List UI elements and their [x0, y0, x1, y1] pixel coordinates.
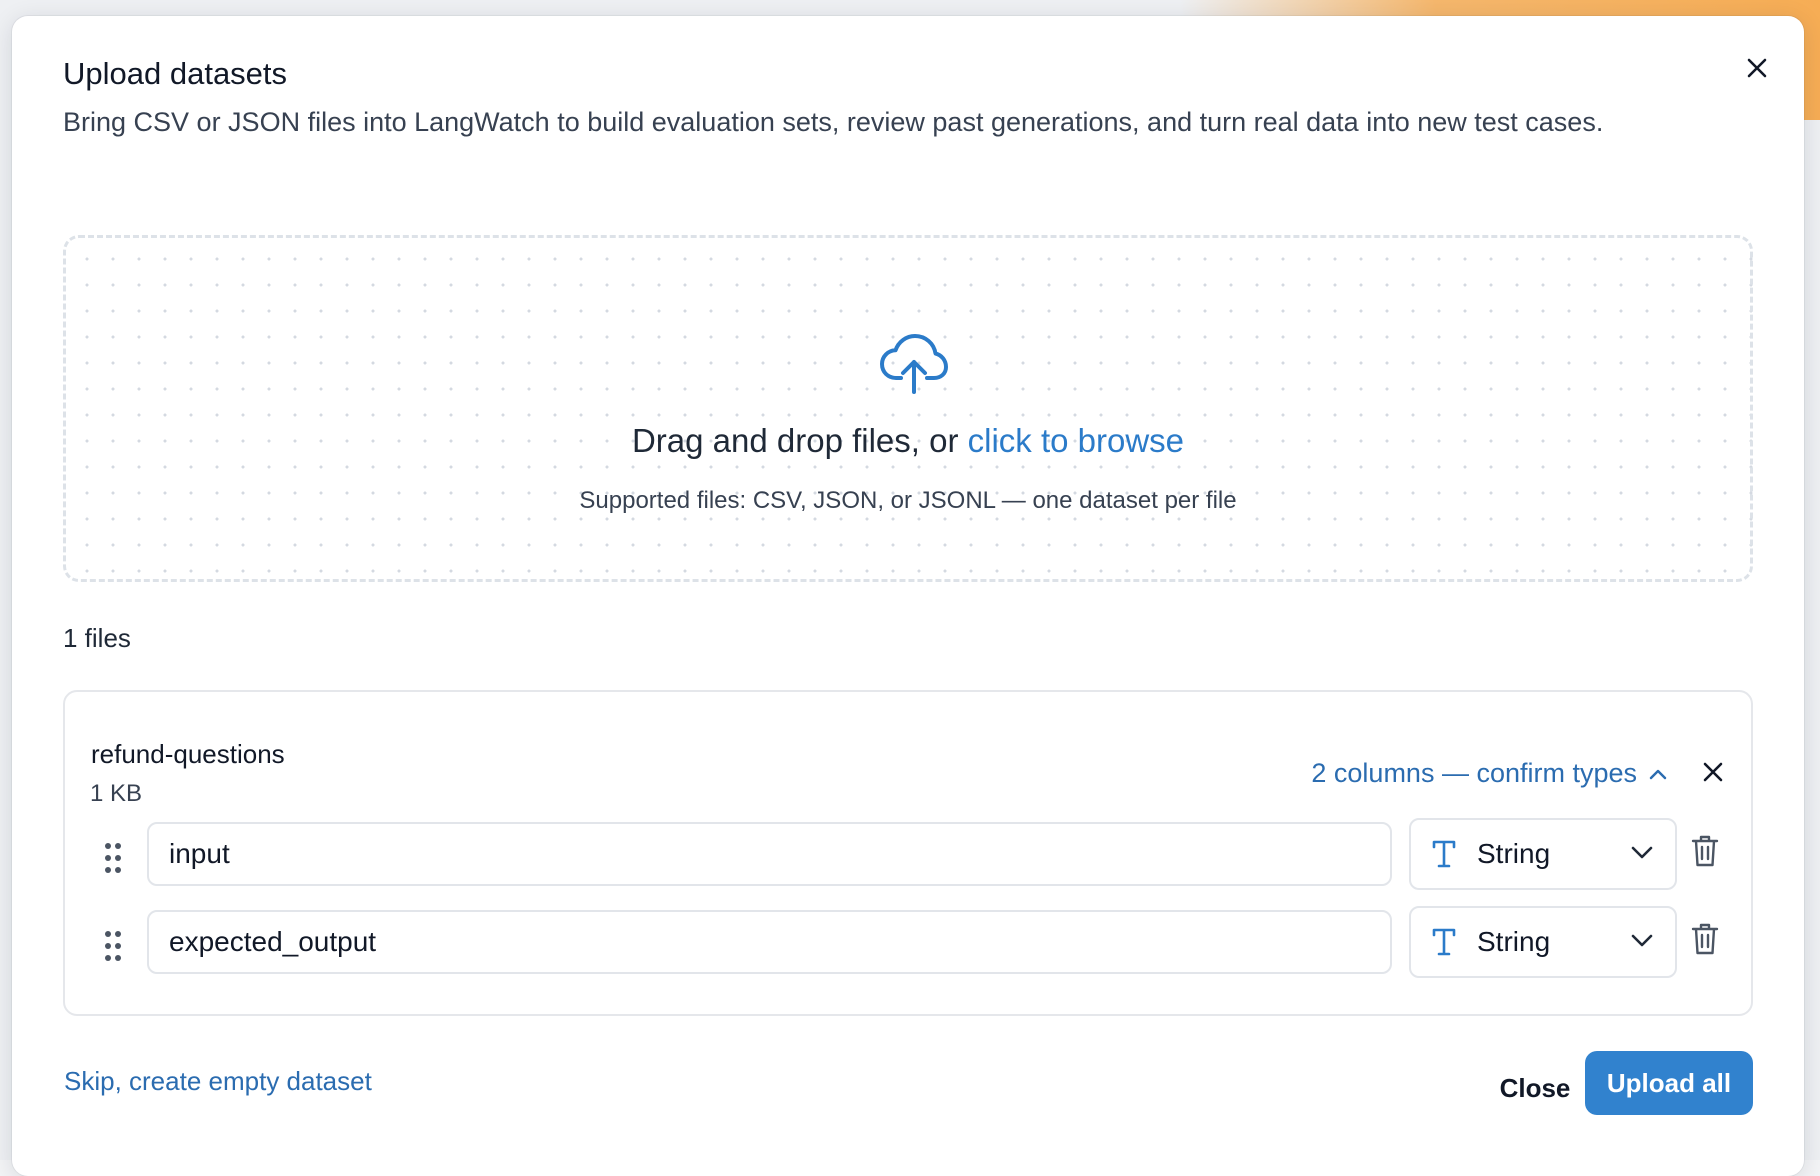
column-type-label: String	[1477, 926, 1551, 957]
cloud-upload-icon	[880, 334, 948, 394]
chevron-down-icon	[1631, 934, 1653, 947]
chevron-down-icon	[1631, 846, 1653, 859]
skip-create-empty-link[interactable]: Skip, create empty dataset	[64, 1066, 372, 1097]
column-name-input[interactable]	[147, 822, 1392, 886]
column-type-select[interactable]: String	[1409, 906, 1677, 978]
dialog-description: Bring CSV or JSON files into LangWatch t…	[63, 107, 1604, 137]
text-type-icon	[1432, 840, 1456, 868]
dropzone-instructions: Drag and drop files, or click to browse	[66, 422, 1750, 460]
upload-datasets-dialog: Upload datasets Bring CSV or JSON files …	[12, 16, 1804, 1176]
column-row: String	[65, 818, 1751, 894]
drag-handle-icon[interactable]	[103, 840, 123, 876]
columns-toggle-label: 2 columns — confirm types	[1311, 758, 1637, 788]
trash-icon[interactable]	[1691, 834, 1719, 868]
file-card: refund-questions 1 KB 2 columns — confir…	[63, 690, 1753, 1016]
files-count: 1 files	[63, 623, 131, 653]
file-dropzone[interactable]: Drag and drop files, or click to browse …	[63, 235, 1753, 582]
column-name-input[interactable]	[147, 910, 1392, 974]
close-button[interactable]: Close	[1470, 1056, 1600, 1120]
chevron-up-icon	[1649, 769, 1667, 779]
text-type-icon	[1432, 928, 1456, 956]
browse-link[interactable]: click to browse	[968, 422, 1184, 459]
trash-icon[interactable]	[1691, 922, 1719, 956]
file-size: 1 KB	[90, 780, 143, 807]
close-icon	[1703, 762, 1723, 782]
remove-file-button[interactable]	[1693, 752, 1733, 792]
close-icon	[1747, 58, 1767, 78]
file-name: refund-questions	[91, 739, 285, 769]
dropzone-main-text: Drag and drop files, or	[631, 422, 968, 459]
dialog-title: Upload datasets	[63, 56, 288, 91]
dialog-close-button[interactable]	[1737, 48, 1777, 88]
columns-toggle[interactable]: 2 columns — confirm types	[1311, 758, 1667, 789]
column-type-label: String	[1477, 838, 1551, 869]
supported-files-text: Supported files: CSV, JSON, or JSONL — o…	[579, 487, 1237, 514]
drag-handle-icon[interactable]	[103, 928, 123, 964]
upload-all-button[interactable]: Upload all	[1585, 1051, 1753, 1115]
column-type-select[interactable]: String	[1409, 818, 1677, 890]
column-row: String	[65, 906, 1751, 982]
